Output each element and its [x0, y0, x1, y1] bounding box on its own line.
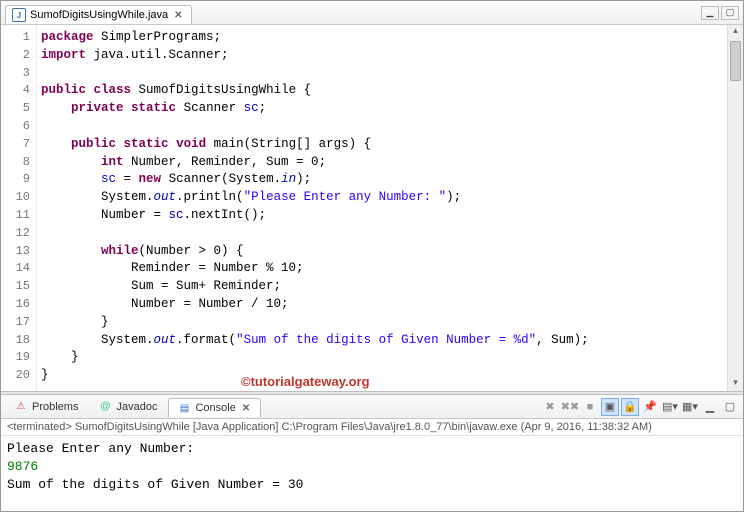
scroll-thumb[interactable]: [730, 41, 741, 81]
scroll-down-icon[interactable]: ▾: [728, 377, 743, 391]
line-number: 14: [1, 260, 30, 278]
open-console-button[interactable]: ▦▾: [681, 398, 699, 416]
code-area[interactable]: package SimplerPrograms; import java.uti…: [37, 25, 727, 391]
scroll-up-icon[interactable]: ▴: [728, 25, 743, 39]
java-file-icon: J: [12, 8, 26, 22]
line-number: 18: [1, 332, 30, 350]
line-number: 8: [1, 154, 30, 172]
editor-tab-bar: J SumofDigitsUsingWhile.java ✕ ▁ ▢: [1, 1, 743, 25]
line-number: 11: [1, 207, 30, 225]
line-number: 19: [1, 349, 30, 367]
editor-tab-label: SumofDigitsUsingWhile.java: [30, 9, 168, 21]
remove-all-button[interactable]: ✖✖: [561, 398, 579, 416]
tab-label: Problems: [32, 401, 78, 413]
watermark-text: ©tutorialgateway.org: [241, 374, 370, 389]
line-number: 1: [1, 29, 30, 47]
console-line: Sum of the digits of Given Number = 30: [7, 476, 737, 494]
vertical-scrollbar[interactable]: ▴ ▾: [727, 25, 743, 391]
minimize-button[interactable]: ▁: [701, 6, 719, 20]
line-number-gutter: 1 2 3 4 5 6 7 8 9 10 11 12 13 14 15 16 1…: [1, 25, 37, 391]
bottom-tab-bar: ⚠ Problems @ Javadoc ▤ Console ✕ ✖ ✖✖ ■ …: [1, 395, 743, 419]
clear-console-button[interactable]: ▣: [601, 398, 619, 416]
line-number: 16: [1, 296, 30, 314]
console-input-value: 9876: [7, 458, 737, 476]
line-number: 3: [1, 65, 30, 83]
maximize-button[interactable]: ▢: [721, 6, 739, 20]
line-number: 15: [1, 278, 30, 296]
line-number: 17: [1, 314, 30, 332]
maximize-view-button[interactable]: ▢: [721, 398, 739, 416]
terminated-status: <terminated> SumofDigitsUsingWhile [Java…: [1, 419, 743, 436]
line-number: 10: [1, 189, 30, 207]
code-editor[interactable]: 1 2 3 4 5 6 7 8 9 10 11 12 13 14 15 16 1…: [1, 25, 743, 391]
remove-launch-button[interactable]: ✖: [541, 398, 559, 416]
line-number: 4: [1, 82, 30, 100]
line-number: 6: [1, 118, 30, 136]
tab-problems[interactable]: ⚠ Problems: [5, 397, 87, 417]
close-icon[interactable]: ✕: [172, 10, 184, 21]
tab-label: Javadoc: [116, 401, 157, 413]
terminate-button[interactable]: ■: [581, 398, 599, 416]
console-icon: ▤: [177, 401, 191, 415]
line-number: 20: [1, 367, 30, 385]
window-buttons: ▁ ▢: [701, 6, 739, 20]
console-output[interactable]: Please Enter any Number: 9876 Sum of the…: [1, 436, 743, 498]
javadoc-icon: @: [98, 400, 112, 414]
scroll-lock-button[interactable]: 🔒: [621, 398, 639, 416]
editor-tab[interactable]: J SumofDigitsUsingWhile.java ✕: [5, 5, 192, 24]
tab-console[interactable]: ▤ Console ✕: [168, 398, 261, 417]
display-selected-button[interactable]: ▤▾: [661, 398, 679, 416]
line-number: 13: [1, 243, 30, 261]
line-number: 5: [1, 100, 30, 118]
tab-javadoc[interactable]: @ Javadoc: [89, 397, 166, 417]
pin-console-button[interactable]: 📌: [641, 398, 659, 416]
tab-label: Console: [195, 402, 235, 414]
close-icon[interactable]: ✕: [240, 403, 252, 414]
console-toolbar: ✖ ✖✖ ■ ▣ 🔒 📌 ▤▾ ▦▾ ▁ ▢: [541, 398, 739, 416]
line-number: 2: [1, 47, 30, 65]
line-number: 9: [1, 171, 30, 189]
problems-icon: ⚠: [14, 400, 28, 414]
console-line: Please Enter any Number:: [7, 440, 737, 458]
line-number: 12: [1, 225, 30, 243]
line-number: 7: [1, 136, 30, 154]
minimize-view-button[interactable]: ▁: [701, 398, 719, 416]
